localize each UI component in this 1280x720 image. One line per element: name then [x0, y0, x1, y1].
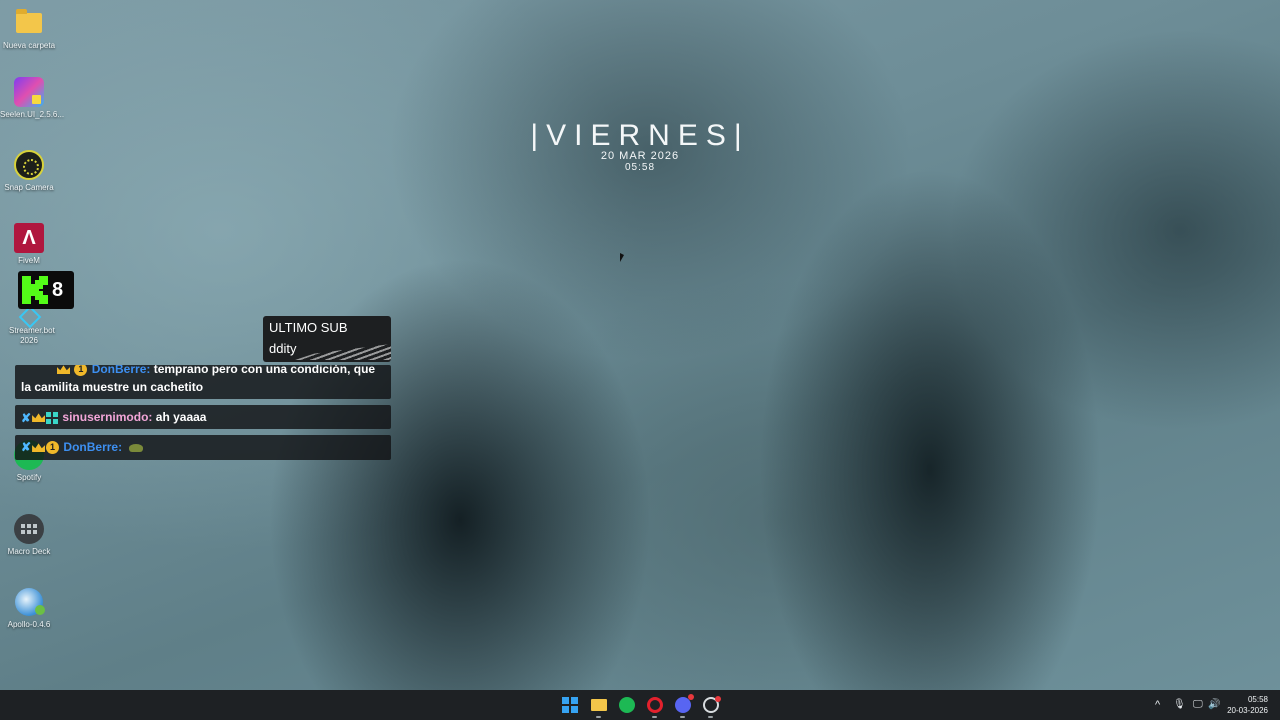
- network-icon[interactable]: 🖵: [1193, 690, 1203, 720]
- chat-message: ✘ sinusernimodo: ah yaaaa: [15, 405, 391, 429]
- desktop-icon-snap-camera[interactable]: Snap Camera: [0, 150, 58, 193]
- chat-username: DonBerre:: [63, 440, 123, 454]
- desktop-icon-label: Snap Camera: [4, 183, 54, 192]
- desktop-icon-fivem[interactable]: Λ FiveM: [0, 223, 58, 266]
- moderator-badge-icon: ✘: [21, 440, 32, 455]
- taskbar-time: 05:58: [1247, 695, 1268, 704]
- chat-text-continued: la camilita muestre un cachetito: [21, 380, 204, 394]
- desktop-icon-seelen[interactable]: Seelen.UI_2.5.6...: [0, 77, 65, 120]
- stripes-decoration: [295, 344, 391, 360]
- tray-chevron-icon[interactable]: ^: [1155, 690, 1160, 720]
- desktop-icon-nueva-carpeta[interactable]: Nueva carpeta: [0, 8, 58, 51]
- start-icon[interactable]: [562, 697, 578, 713]
- last-sub-title: ULTIMO SUB: [269, 320, 348, 335]
- volume-icon[interactable]: 🔊: [1208, 690, 1220, 720]
- clock-day: |VIERNES|: [530, 119, 750, 152]
- microphone-icon[interactable]: 🎙: [1173, 690, 1186, 720]
- sub-months-badge-icon: 1: [46, 441, 60, 455]
- macro-deck-icon: [14, 514, 44, 544]
- kick-viewer-widget: 8: [18, 271, 74, 309]
- sub-months-badge-icon: 1: [74, 365, 88, 377]
- running-indicator: [708, 716, 713, 718]
- chat-message: ✘ 1 DonBerre:: [15, 435, 391, 460]
- taskbar-date: 20-03-2026: [1227, 706, 1268, 715]
- file-explorer-icon[interactable]: [591, 699, 607, 711]
- desktop-icon-label: Macro Deck: [7, 547, 51, 556]
- fivem-icon: Λ: [14, 223, 44, 253]
- running-indicator: [680, 716, 685, 718]
- taskbar-clock[interactable]: 05:58 20-03-2026: [1227, 694, 1268, 716]
- snap-camera-icon: [14, 150, 44, 180]
- kick-logo-icon: [22, 276, 48, 304]
- desktop-icon-label: Nueva carpeta: [2, 41, 56, 50]
- moderator-badge-icon: ✘: [21, 410, 32, 425]
- chat-username: DonBerre:: [91, 365, 151, 376]
- running-indicator: [596, 716, 601, 718]
- emote-icon: [129, 443, 144, 452]
- opera-gx-icon[interactable]: [647, 697, 663, 713]
- last-sub-name: ddity: [269, 341, 297, 356]
- desktop-icon-label: Apollo-0.4.6: [7, 620, 51, 629]
- desktop-icon-label: Spotify: [16, 473, 42, 482]
- grid-badge-icon: [46, 411, 59, 424]
- desktop-icon-macro-deck[interactable]: Macro Deck: [0, 514, 58, 557]
- desktop-icon-label: Streamer.bot 2026: [9, 326, 55, 345]
- crown-badge-icon: [32, 443, 46, 453]
- seelen-icon: [14, 77, 44, 107]
- running-indicator: [652, 716, 657, 718]
- chat-username: sinusernimodo:: [62, 410, 153, 424]
- folder-icon: [14, 8, 44, 38]
- desktop-icon-label: Seelen.UI_2.5.6...: [0, 110, 65, 119]
- spotify-icon[interactable]: [619, 697, 635, 713]
- chat-text: ah yaaaa: [155, 410, 207, 424]
- apollo-icon: [14, 587, 45, 617]
- clock-time: 05:58: [624, 162, 656, 173]
- desktop-icon-streamerbot[interactable]: Streamer.bot 2026: [0, 303, 58, 346]
- taskbar: ^ 🎙 🖵 🔊 05:58 20-03-2026: [0, 690, 1280, 720]
- viewer-count: 8: [52, 279, 64, 301]
- crown-badge-icon: [57, 365, 70, 375]
- desktop-icon-label: FiveM: [18, 256, 40, 265]
- desktop-icon-apollo[interactable]: Apollo-0.4.6: [0, 587, 58, 630]
- last-sub-overlay: ULTIMO SUB ddity: [263, 316, 391, 362]
- crown-badge-icon: [32, 413, 46, 423]
- chrome-icon[interactable]: [703, 696, 721, 713]
- chat-text: temprano pero con una condición, que: [153, 365, 376, 376]
- mouse-cursor: [620, 253, 624, 262]
- discord-icon[interactable]: [675, 694, 694, 713]
- chat-message: 1 DonBerre: temprano pero con una condic…: [15, 365, 391, 399]
- clock-widget: |VIERNES| 20 MAR 2026 05:58: [490, 118, 790, 173]
